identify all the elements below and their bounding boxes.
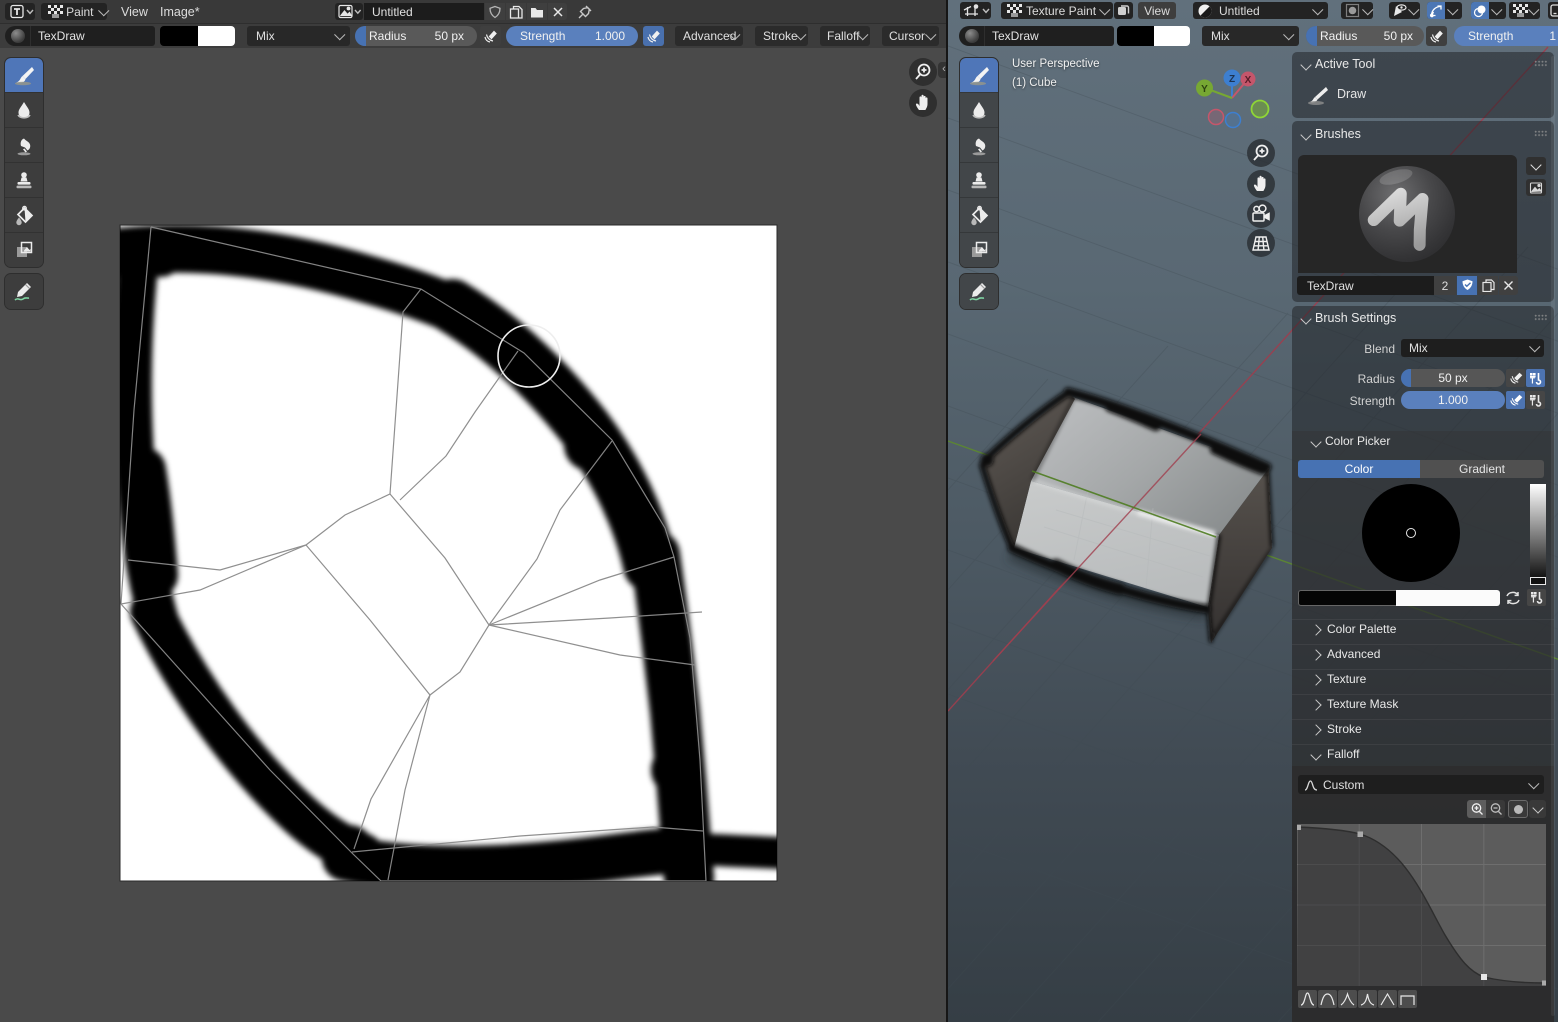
svg-text:T: T xyxy=(1530,376,1535,385)
svg-text:X: X xyxy=(1245,75,1252,86)
svg-text:Y: Y xyxy=(1201,84,1208,95)
svg-text:Z: Z xyxy=(1229,74,1235,85)
svg-text:T: T xyxy=(1531,596,1536,605)
svg-text:T: T xyxy=(1530,398,1535,407)
